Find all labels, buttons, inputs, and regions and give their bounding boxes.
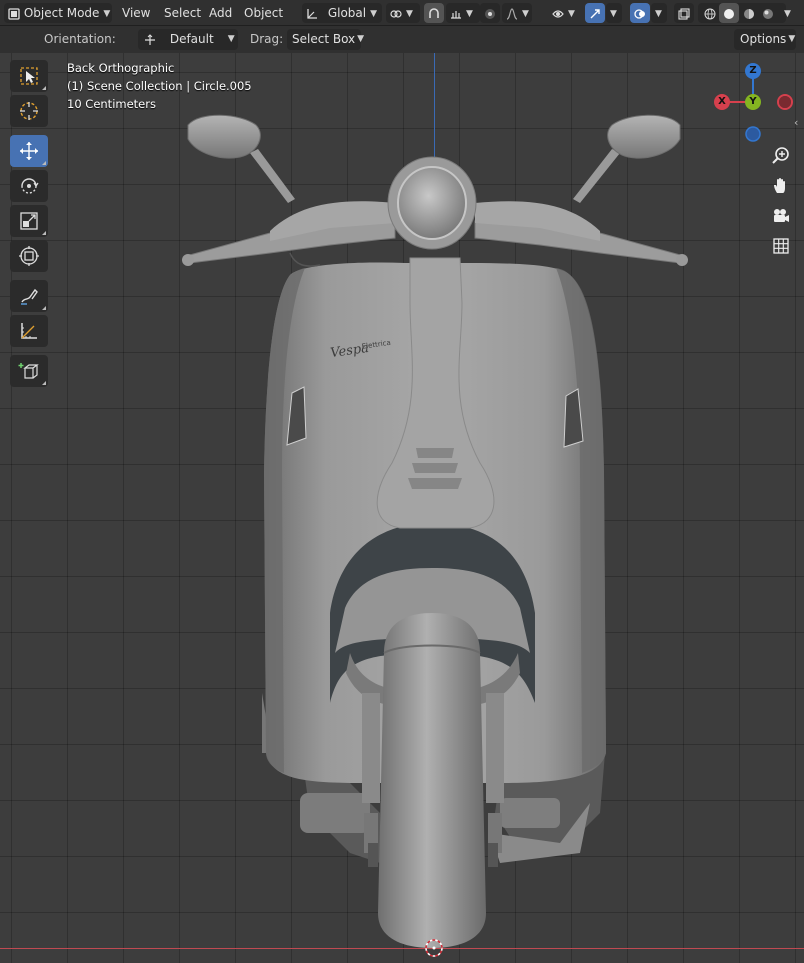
shading-solid-button[interactable] xyxy=(719,3,739,23)
chevron-down-icon: ▼ xyxy=(357,34,365,44)
toggle-perspective-button[interactable] xyxy=(767,232,795,260)
zoom-button[interactable] xyxy=(767,142,795,170)
proportional-falloff-selector[interactable]: ▼ xyxy=(502,3,532,23)
orientation-label: Orientation: xyxy=(44,32,116,46)
sidebar-toggle-icon[interactable]: ‹ xyxy=(794,116,798,129)
shading-wireframe-icon xyxy=(704,8,716,19)
tool-cursor[interactable] xyxy=(10,95,48,127)
overlay-dropdown[interactable]: ▼ xyxy=(651,3,667,23)
tool-select-box[interactable] xyxy=(10,60,48,92)
visibility-icon xyxy=(552,9,564,18)
pan-button[interactable] xyxy=(767,172,795,200)
pivot-icon xyxy=(390,9,402,18)
xray-toggle[interactable] xyxy=(674,3,694,23)
shading-material-icon xyxy=(744,8,754,19)
gizmo-toggle[interactable] xyxy=(585,3,605,23)
gizmo-dropdown[interactable]: ▼ xyxy=(606,3,622,23)
3d-cursor-icon[interactable] xyxy=(423,937,445,959)
grid-view-icon xyxy=(773,238,789,254)
mode-selector[interactable]: Object Mode ▼ xyxy=(4,3,112,23)
shading-material-button[interactable] xyxy=(739,3,759,23)
chevron-down-icon: ▼ xyxy=(103,8,111,19)
gizmo-x-axis[interactable]: X xyxy=(714,94,730,110)
move-icon xyxy=(20,142,38,160)
drag-value: Select Box xyxy=(292,32,356,46)
shading-rendered-icon xyxy=(763,8,773,19)
snap-increment-icon xyxy=(451,10,461,19)
transform-orientation-selector[interactable]: Global ▼ xyxy=(302,3,382,23)
menu-view[interactable]: View xyxy=(118,3,154,23)
view-name: Back Orthographic xyxy=(67,61,175,75)
options-label: Options xyxy=(740,32,787,46)
chevron-down-icon: ▼ xyxy=(466,8,473,19)
tool-annotate[interactable] xyxy=(10,280,48,312)
orientation-value: Default xyxy=(169,32,214,46)
tool-rotate[interactable] xyxy=(10,170,48,202)
tool-transform[interactable] xyxy=(10,240,48,272)
snap-icon xyxy=(429,7,439,18)
chevron-down-icon: ▼ xyxy=(610,8,617,19)
tool-scale[interactable] xyxy=(10,205,48,237)
orientation-dropdown[interactable]: Default ▼ xyxy=(138,29,238,50)
tool-add-cube[interactable] xyxy=(10,355,48,387)
overlay-icon xyxy=(634,8,645,19)
tool-move[interactable] xyxy=(10,135,48,167)
measure-icon xyxy=(21,323,37,339)
snap-toggle[interactable] xyxy=(424,3,444,23)
proportional-icon xyxy=(485,8,495,19)
tool-settings-bar: Orientation: Default ▼ Drag: Select Box ▼ … xyxy=(0,26,804,53)
chevron-down-icon: ▼ xyxy=(788,34,796,44)
drag-dropdown[interactable]: Select Box ▼ xyxy=(287,29,365,50)
shading-solid-icon xyxy=(724,8,734,19)
snap-target-selector[interactable]: ▼ xyxy=(446,3,480,23)
select-box-icon xyxy=(20,67,38,85)
shading-rendered-button[interactable] xyxy=(758,3,778,23)
menu-object[interactable]: Object xyxy=(240,3,287,23)
3d-viewport[interactable]: Vespa Elettrica Back Orthographic (1) Sc… xyxy=(0,53,804,963)
menu-select[interactable]: Select xyxy=(160,3,205,23)
chevron-down-icon: ▼ xyxy=(568,8,575,19)
gizmo-z-axis[interactable]: Z xyxy=(745,63,761,79)
chevron-down-icon: ▼ xyxy=(784,8,791,19)
transform-orientation-icon xyxy=(307,8,317,19)
cursor-icon xyxy=(20,102,38,120)
scooter-model[interactable]: Vespa Elettrica xyxy=(0,53,804,963)
chevron-down-icon: ▼ xyxy=(370,8,378,19)
grid-scale-info: 10 Centimeters xyxy=(67,97,156,111)
annotate-icon xyxy=(21,288,38,305)
orientation-icon xyxy=(145,33,155,45)
transform-orientation-label: Global xyxy=(327,6,367,20)
mode-label: Object Mode xyxy=(23,6,100,20)
chevron-down-icon: ▼ xyxy=(406,8,413,19)
options-dropdown[interactable]: Options ▼ xyxy=(734,29,796,50)
shading-wireframe-button[interactable] xyxy=(700,3,720,23)
shading-options-dropdown[interactable]: ▼ xyxy=(780,3,800,23)
visibility-selector[interactable]: ▼ xyxy=(548,3,582,23)
tool-measure[interactable] xyxy=(10,315,48,347)
camera-icon xyxy=(774,209,789,222)
object-mode-icon xyxy=(8,7,20,20)
camera-view-button[interactable] xyxy=(767,202,795,230)
menu-add[interactable]: Add xyxy=(205,3,236,23)
chevron-down-icon: ▼ xyxy=(522,8,529,19)
overlay-toggle[interactable] xyxy=(630,3,650,23)
chevron-down-icon: ▼ xyxy=(227,34,235,44)
collection-info: (1) Scene Collection | Circle.005 xyxy=(67,79,252,93)
gizmo-icon xyxy=(590,8,600,18)
chevron-down-icon: ▼ xyxy=(655,8,662,19)
pivot-point-selector[interactable]: ▼ xyxy=(386,3,420,23)
rotate-icon xyxy=(21,178,39,194)
viewport-header: Object Mode ▼ View Select Add Object Glob… xyxy=(0,0,804,26)
falloff-icon xyxy=(506,7,518,20)
xray-icon xyxy=(678,7,690,20)
pan-hand-icon xyxy=(774,178,785,193)
navigation-gizmo[interactable]: Z X Y xyxy=(712,61,798,147)
zoom-icon xyxy=(772,147,789,164)
gizmo-y-axis[interactable]: Y xyxy=(745,94,761,110)
transform-icon xyxy=(19,246,39,266)
drag-label: Drag: xyxy=(250,32,284,46)
proportional-editing-toggle[interactable] xyxy=(480,3,500,23)
add-cube-icon xyxy=(18,363,39,379)
scale-icon xyxy=(20,212,38,230)
